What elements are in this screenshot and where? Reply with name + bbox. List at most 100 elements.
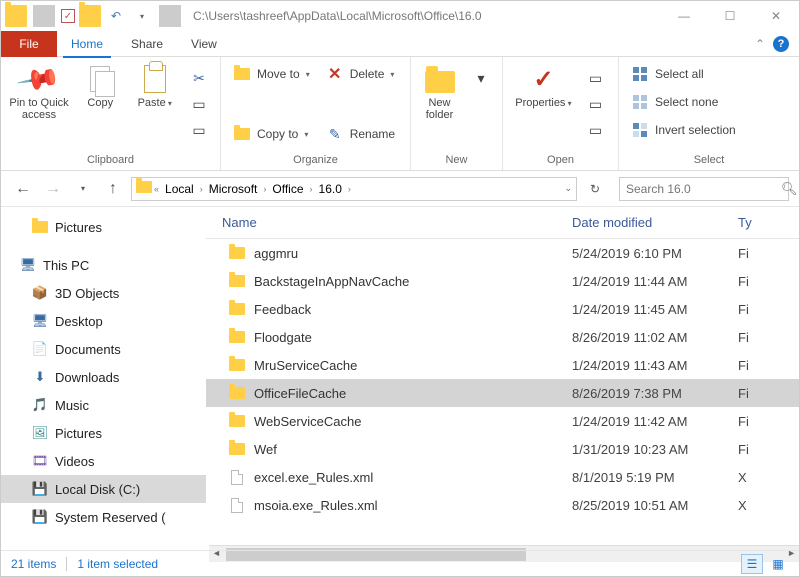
- file-type: Fi: [738, 330, 799, 345]
- file-icon: [228, 469, 246, 485]
- title-bar: ✓ ↶ ▾ C:\Users\tashreef\AppData\Local\Mi…: [1, 1, 799, 31]
- delete-icon: ✕: [326, 65, 344, 83]
- file-type: Fi: [738, 442, 799, 457]
- breadcrumb[interactable]: Office: [268, 182, 307, 196]
- copy-button[interactable]: Copy: [77, 63, 123, 109]
- nav-pictures-qa[interactable]: Pictures: [1, 213, 206, 241]
- nav-item-icon: 💾: [31, 481, 49, 497]
- qat-dropdown-icon[interactable]: ▾: [131, 5, 153, 27]
- file-row[interactable]: Wef1/31/2019 10:23 AMFi: [206, 435, 799, 463]
- file-rows[interactable]: aggmru5/24/2019 6:10 PMFiBackstageInAppN…: [206, 239, 799, 545]
- file-row[interactable]: Floodgate8/26/2019 11:02 AMFi: [206, 323, 799, 351]
- pin-quick-access-button[interactable]: 📌 Pin to Quick access: [9, 63, 69, 121]
- tab-view[interactable]: View: [177, 31, 231, 57]
- rename-button[interactable]: ✎Rename: [322, 123, 399, 145]
- select-none-icon: [631, 93, 649, 111]
- nav-item[interactable]: 📦3D Objects: [1, 279, 206, 307]
- breadcrumb[interactable]: Microsoft: [205, 182, 262, 196]
- delete-button[interactable]: ✕ Delete: [322, 63, 399, 85]
- recent-locations-button[interactable]: ▾: [71, 177, 95, 201]
- up-button[interactable]: ↑: [101, 177, 125, 201]
- file-row[interactable]: excel.exe_Rules.xml8/1/2019 5:19 PMX: [206, 463, 799, 491]
- address-bar[interactable]: « Local› Microsoft› Office› 16.0› ⌄: [131, 177, 577, 201]
- collapse-ribbon-icon[interactable]: ⌃: [755, 37, 765, 51]
- nav-item-icon: 💾: [31, 509, 49, 525]
- folder-qat-icon[interactable]: [79, 5, 101, 27]
- ribbon-tabs: File Home Share View ⌃ ?: [1, 31, 799, 57]
- copy-path-button[interactable]: ▭: [186, 93, 212, 115]
- col-date[interactable]: Date modified: [572, 215, 738, 230]
- file-row[interactable]: OfficeFileCache8/26/2019 7:38 PMFi: [206, 379, 799, 407]
- properties-button[interactable]: ✓ Properties: [513, 63, 575, 109]
- nav-item[interactable]: 🖼Pictures: [1, 419, 206, 447]
- nav-item[interactable]: 💾System Reserved (: [1, 503, 206, 531]
- tab-home[interactable]: Home: [57, 31, 117, 57]
- nav-item[interactable]: 💾Local Disk (C:): [1, 475, 206, 503]
- file-name: Floodgate: [254, 330, 312, 345]
- file-row[interactable]: aggmru5/24/2019 6:10 PMFi: [206, 239, 799, 267]
- paste-shortcut-button[interactable]: ▭: [186, 119, 212, 141]
- select-none-button[interactable]: Select none: [627, 91, 740, 113]
- folder-icon: [5, 5, 27, 27]
- pin-icon: 📌: [17, 57, 62, 102]
- maximize-button[interactable]: ☐: [707, 1, 753, 31]
- item-count: 21 items: [11, 557, 56, 571]
- open-button[interactable]: ▭: [583, 67, 609, 89]
- tab-file[interactable]: File: [1, 31, 57, 57]
- refresh-button[interactable]: ↻: [583, 182, 607, 196]
- nav-item[interactable]: 🎵Music: [1, 391, 206, 419]
- search-box[interactable]: 🔍︎: [619, 177, 789, 201]
- folder-icon: [228, 413, 246, 429]
- file-row[interactable]: WebServiceCache1/24/2019 11:42 AMFi: [206, 407, 799, 435]
- copy-to-button[interactable]: Copy to: [229, 123, 314, 145]
- nav-item[interactable]: 🎞Videos: [1, 447, 206, 475]
- search-input[interactable]: [626, 182, 781, 196]
- paste-button[interactable]: Paste: [132, 63, 178, 109]
- thumbnails-view-button[interactable]: ▦: [767, 554, 789, 574]
- nav-this-pc[interactable]: 🖥This PC: [1, 251, 206, 279]
- select-all-button[interactable]: Select all: [627, 63, 740, 85]
- file-name: Feedback: [254, 302, 311, 317]
- help-icon[interactable]: ?: [773, 36, 789, 52]
- undo-icon[interactable]: ↶: [105, 5, 127, 27]
- properties-qat-icon[interactable]: ✓: [61, 9, 75, 23]
- new-item-button[interactable]: ▾: [468, 67, 494, 89]
- edit-button[interactable]: ▭: [583, 93, 609, 115]
- nav-item[interactable]: ⬇Downloads: [1, 363, 206, 391]
- delete-label: Delete: [350, 67, 385, 81]
- file-row[interactable]: Feedback1/24/2019 11:45 AMFi: [206, 295, 799, 323]
- invert-selection-button[interactable]: Invert selection: [627, 119, 740, 141]
- status-bar: 21 items 1 item selected ☰ ▦: [1, 550, 799, 576]
- nav-item-icon: 🖼: [31, 425, 49, 441]
- forward-button[interactable]: →: [41, 177, 65, 201]
- folder-icon: [228, 357, 246, 373]
- navigation-pane[interactable]: Pictures 🖥This PC 📦3D Objects🖥Desktop📄Do…: [1, 207, 206, 545]
- col-type[interactable]: Ty: [738, 215, 799, 230]
- history-icon: ▭: [587, 121, 605, 139]
- close-button[interactable]: ✕: [753, 1, 799, 31]
- back-button[interactable]: ←: [11, 177, 35, 201]
- history-button[interactable]: ▭: [583, 119, 609, 141]
- file-date: 1/24/2019 11:43 AM: [572, 358, 738, 373]
- file-row[interactable]: msoia.exe_Rules.xml8/25/2019 10:51 AMX: [206, 491, 799, 519]
- nav-item[interactable]: 📄Documents: [1, 335, 206, 363]
- clipboard-group-label: Clipboard: [1, 152, 220, 170]
- copyto-icon: [233, 125, 251, 143]
- tab-share[interactable]: Share: [117, 31, 177, 57]
- col-name[interactable]: Name: [206, 215, 572, 230]
- search-icon[interactable]: 🔍︎: [781, 181, 798, 197]
- move-to-button[interactable]: Move to: [229, 63, 314, 85]
- minimize-button[interactable]: —: [661, 1, 707, 31]
- column-headers[interactable]: Name Date modified Ty: [206, 207, 799, 239]
- details-view-button[interactable]: ☰: [741, 554, 763, 574]
- file-name: Wef: [254, 442, 277, 457]
- cut-button[interactable]: ✂: [186, 67, 212, 89]
- file-row[interactable]: MruServiceCache1/24/2019 11:43 AMFi: [206, 351, 799, 379]
- newfolder-label: New folder: [419, 97, 460, 121]
- breadcrumb[interactable]: 16.0: [315, 182, 346, 196]
- breadcrumb[interactable]: Local: [161, 182, 198, 196]
- file-row[interactable]: BackstageInAppNavCache1/24/2019 11:44 AM…: [206, 267, 799, 295]
- new-folder-button[interactable]: New folder: [419, 63, 460, 121]
- address-dropdown-icon[interactable]: ⌄: [564, 183, 572, 194]
- nav-item[interactable]: 🖥Desktop: [1, 307, 206, 335]
